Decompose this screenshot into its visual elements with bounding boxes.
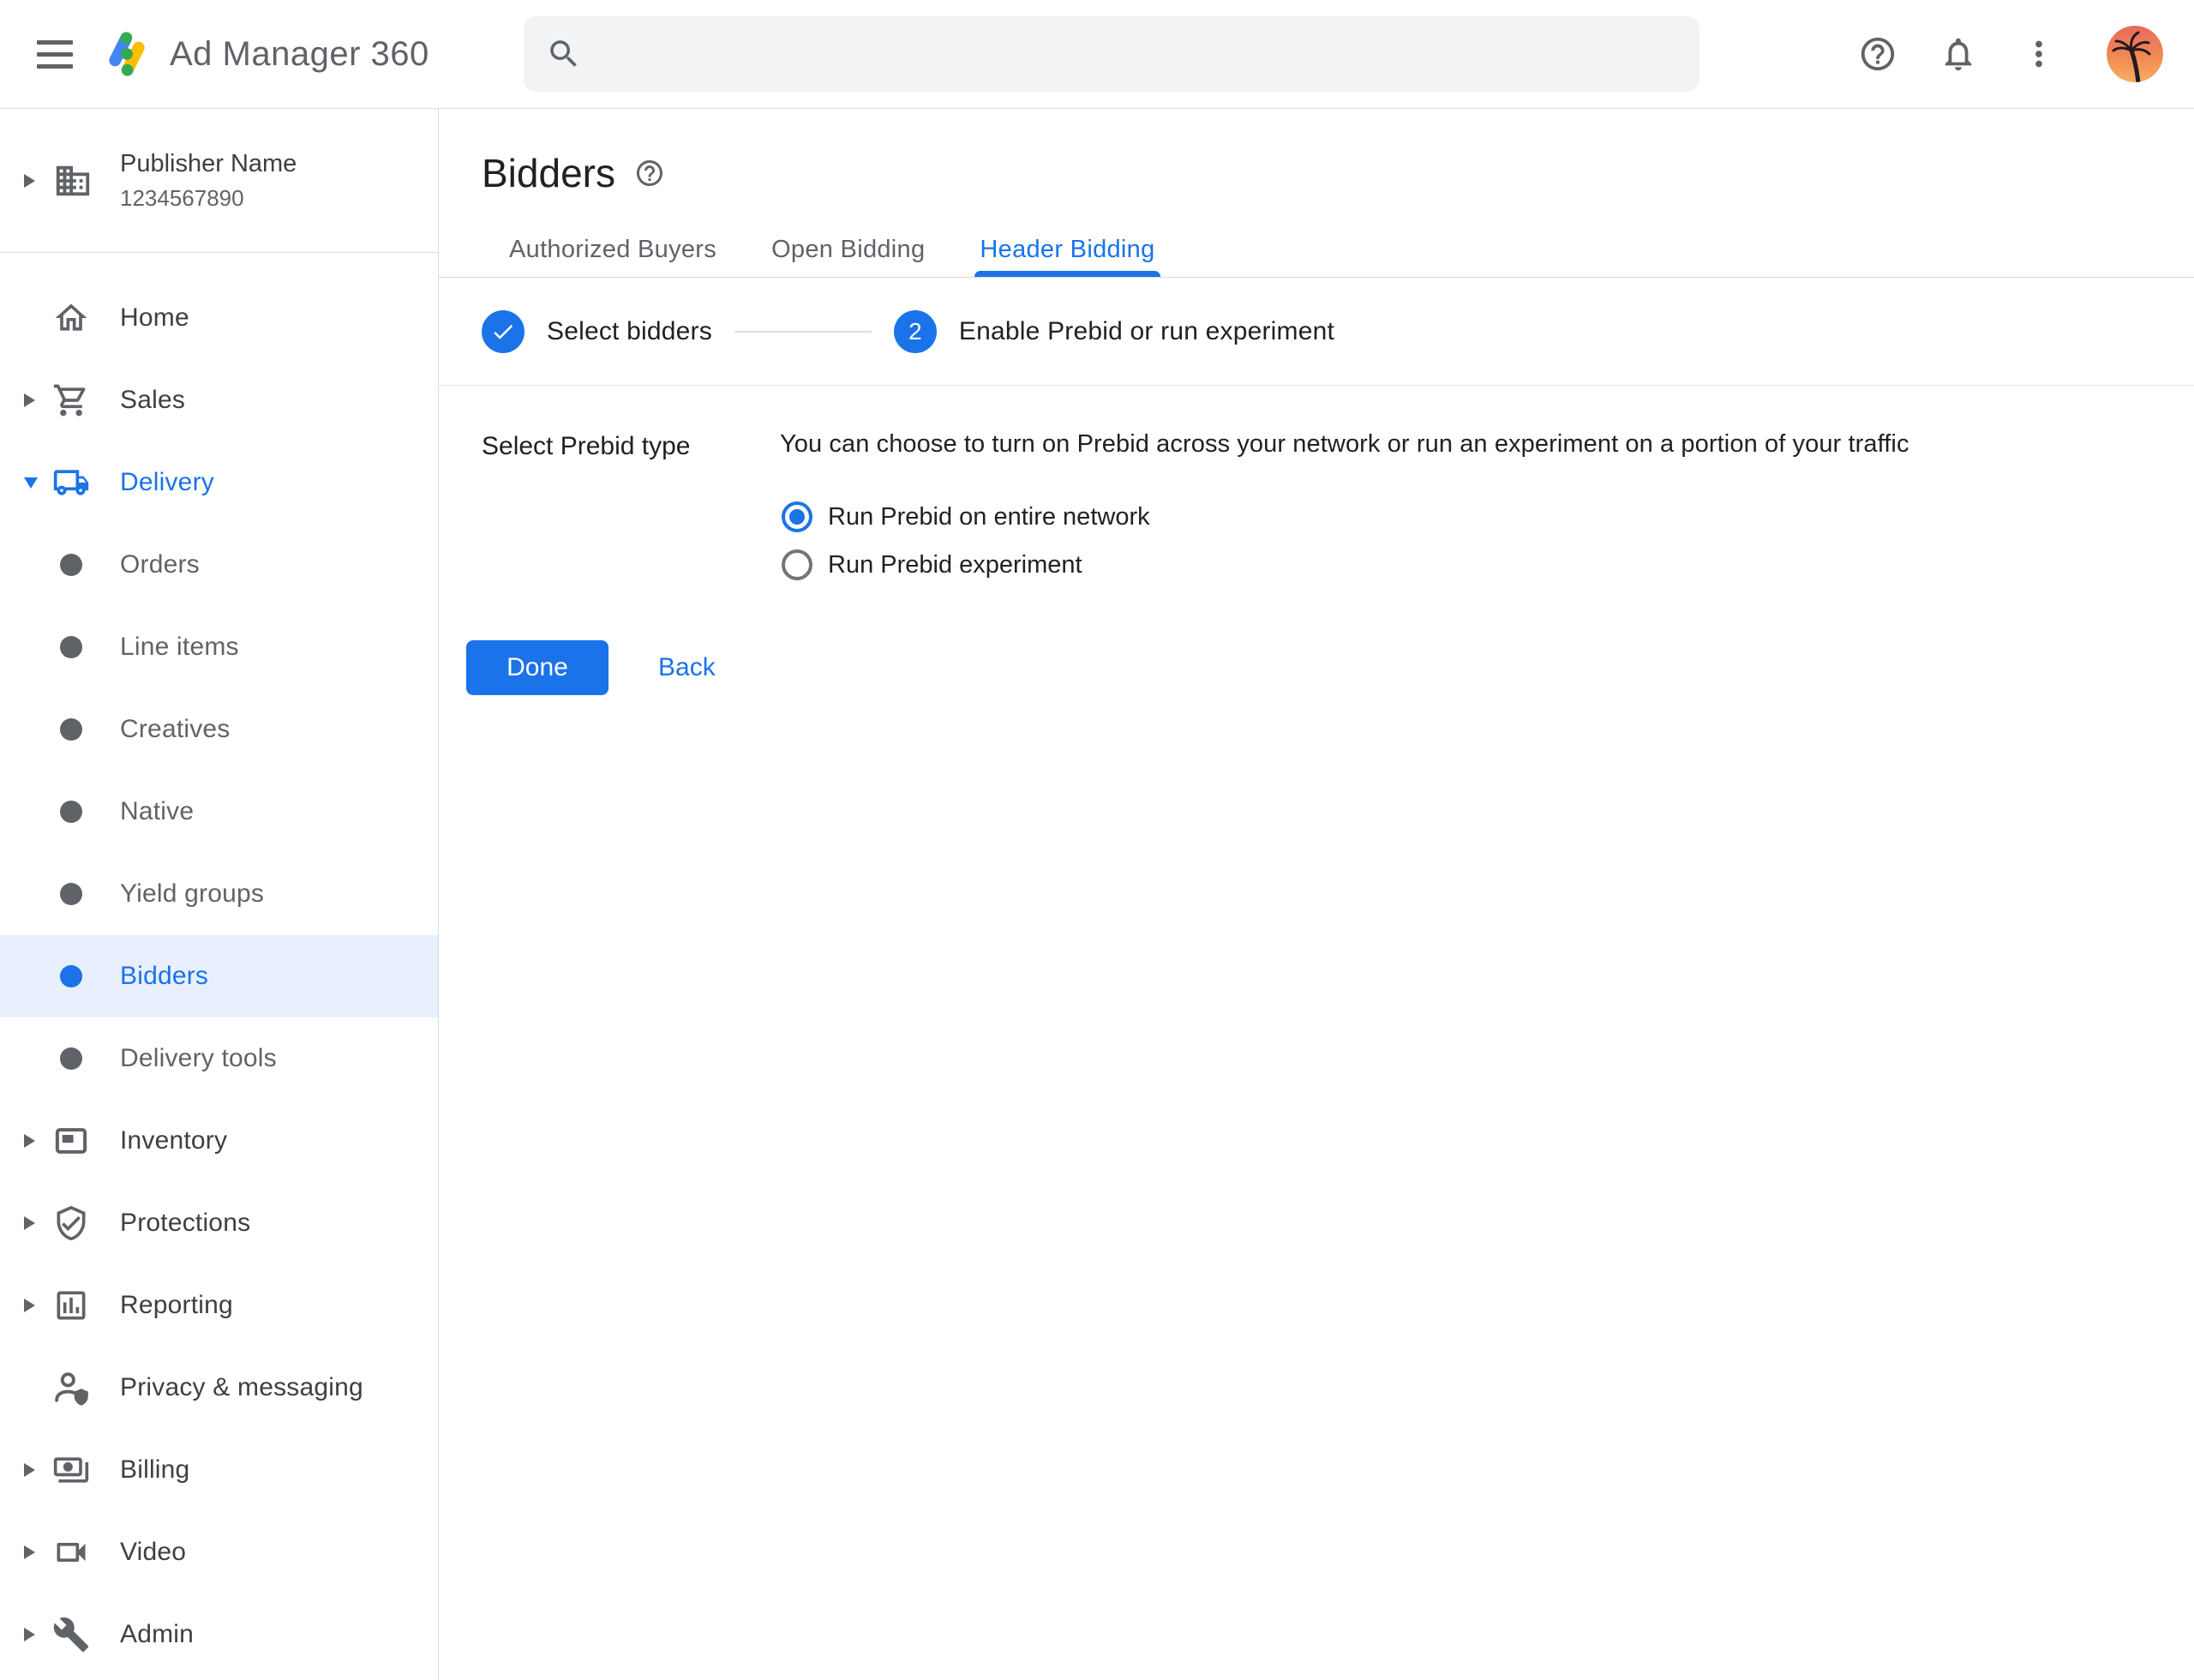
- bullet-icon: [60, 636, 82, 658]
- sales-expand-icon[interactable]: [24, 393, 46, 407]
- menu-icon[interactable]: [29, 28, 81, 80]
- back-button[interactable]: Back: [653, 652, 721, 683]
- publisher-expand-icon[interactable]: [24, 174, 46, 188]
- step2-number-badge: 2: [894, 310, 937, 353]
- search-input[interactable]: [601, 16, 1677, 92]
- select-prebid-type-label: Select Prebid type: [482, 430, 780, 589]
- sidebar-item-home[interactable]: Home: [0, 277, 438, 359]
- prebid-type-section: Select Prebid type You can choose to tur…: [482, 430, 2194, 589]
- bullet-icon: [60, 965, 82, 987]
- page-title: Bidders: [482, 150, 615, 196]
- publisher-name: Publisher Name: [120, 148, 297, 179]
- sidebar-item-yield-groups[interactable]: Yield groups: [0, 853, 438, 935]
- help-icon: [1858, 34, 1897, 74]
- page-help-button[interactable]: [634, 158, 665, 189]
- sidebar-item-inventory[interactable]: Inventory: [0, 1100, 438, 1182]
- sidebar-item-protections[interactable]: Protections: [0, 1182, 438, 1264]
- prebid-type-description: You can choose to turn on Prebid across …: [780, 430, 2194, 459]
- sidebar-nav: Home Sales Delivery Orders Line items: [0, 253, 438, 1676]
- step-select-bidders[interactable]: Select bidders: [482, 310, 712, 353]
- tab-bar: Authorized Buyers Open Bidding Header Bi…: [439, 222, 2194, 278]
- radio-run-prebid-entire-network[interactable]: Run Prebid on entire network: [782, 493, 2194, 541]
- top-app-bar: Ad Manager 360: [0, 0, 2194, 109]
- admin-expand-icon[interactable]: [24, 1628, 46, 1641]
- app-title: Ad Manager 360: [170, 35, 429, 74]
- bullet-icon: [60, 883, 82, 905]
- sidebar-item-privacy-messaging[interactable]: Privacy & messaging: [0, 1347, 438, 1429]
- bell-icon: [1939, 34, 1978, 74]
- step-enable-prebid[interactable]: 2 Enable Prebid or run experiment: [894, 310, 1334, 353]
- avatar[interactable]: [2107, 26, 2163, 82]
- videocam-icon: [52, 1533, 90, 1571]
- publisher-switcher[interactable]: Publisher Name 1234567890: [0, 109, 438, 253]
- sidebar-item-delivery-tools[interactable]: Delivery tools: [0, 1017, 438, 1100]
- tab-header-bidding[interactable]: Header Bidding: [952, 222, 1182, 277]
- video-expand-icon[interactable]: [24, 1545, 46, 1559]
- bullet-icon: [60, 1047, 82, 1070]
- sidebar-item-billing[interactable]: Billing: [0, 1429, 438, 1511]
- bullet-icon: [60, 718, 82, 741]
- building-icon: [53, 161, 93, 201]
- sidebar-item-bidders[interactable]: Bidders: [0, 935, 438, 1017]
- sidebar-item-native[interactable]: Native: [0, 771, 438, 853]
- ad-manager-logo-icon: [101, 28, 153, 80]
- bullet-icon: [60, 801, 82, 823]
- radio-selected-icon[interactable]: [782, 501, 812, 532]
- sidebar-item-line-items[interactable]: Line items: [0, 606, 438, 688]
- tab-authorized-buyers[interactable]: Authorized Buyers: [482, 222, 744, 277]
- wrench-icon: [52, 1616, 90, 1653]
- sidebar-item-admin[interactable]: Admin: [0, 1593, 438, 1676]
- more-options-button[interactable]: [2017, 33, 2060, 75]
- search-bar[interactable]: [524, 16, 1699, 92]
- inventory-expand-icon[interactable]: [24, 1134, 46, 1148]
- reporting-expand-icon[interactable]: [24, 1299, 46, 1312]
- truck-icon: [52, 464, 90, 501]
- billing-expand-icon[interactable]: [24, 1463, 46, 1477]
- sidebar-item-reporting[interactable]: Reporting: [0, 1264, 438, 1347]
- shield-check-icon: [52, 1204, 90, 1242]
- topbar-actions: [1856, 26, 2163, 82]
- done-button[interactable]: Done: [466, 640, 608, 695]
- sidebar-item-orders[interactable]: Orders: [0, 524, 438, 606]
- main-content: Bidders Authorized Buyers Open Bidding H…: [439, 109, 2194, 1679]
- notifications-button[interactable]: [1937, 33, 1980, 75]
- sidebar-item-creatives[interactable]: Creatives: [0, 688, 438, 771]
- help-button[interactable]: [1856, 33, 1899, 75]
- sidebar-item-delivery[interactable]: Delivery: [0, 441, 438, 524]
- avatar-palm-image: [2107, 26, 2163, 82]
- step-connector: [734, 331, 872, 333]
- protections-expand-icon[interactable]: [24, 1216, 46, 1230]
- step1-check-icon: [482, 310, 525, 353]
- publisher-id: 1234567890: [120, 184, 297, 213]
- stepper: Select bidders 2 Enable Prebid or run ex…: [439, 278, 2194, 386]
- delivery-collapse-icon[interactable]: [24, 477, 46, 489]
- prebid-type-radio-group: Run Prebid on entire network Run Prebid …: [780, 493, 2194, 589]
- brand: Ad Manager 360: [101, 28, 429, 80]
- tab-open-bidding[interactable]: Open Bidding: [744, 222, 952, 277]
- report-chart-icon: [52, 1287, 90, 1324]
- sidebar-item-sales[interactable]: Sales: [0, 359, 438, 441]
- home-icon: [52, 299, 90, 337]
- bullet-icon: [60, 554, 82, 576]
- inventory-icon: [52, 1122, 90, 1160]
- more-vert-icon: [2019, 34, 2059, 74]
- cart-icon: [52, 381, 90, 419]
- search-icon: [546, 36, 582, 72]
- radio-run-prebid-experiment[interactable]: Run Prebid experiment: [782, 541, 2194, 589]
- payments-icon: [52, 1451, 90, 1489]
- sidebar: Publisher Name 1234567890 Home Sales Del…: [0, 109, 439, 1679]
- sidebar-item-video[interactable]: Video: [0, 1511, 438, 1593]
- help-icon: [634, 158, 665, 189]
- radio-unselected-icon[interactable]: [782, 549, 812, 580]
- person-shield-icon: [52, 1369, 90, 1407]
